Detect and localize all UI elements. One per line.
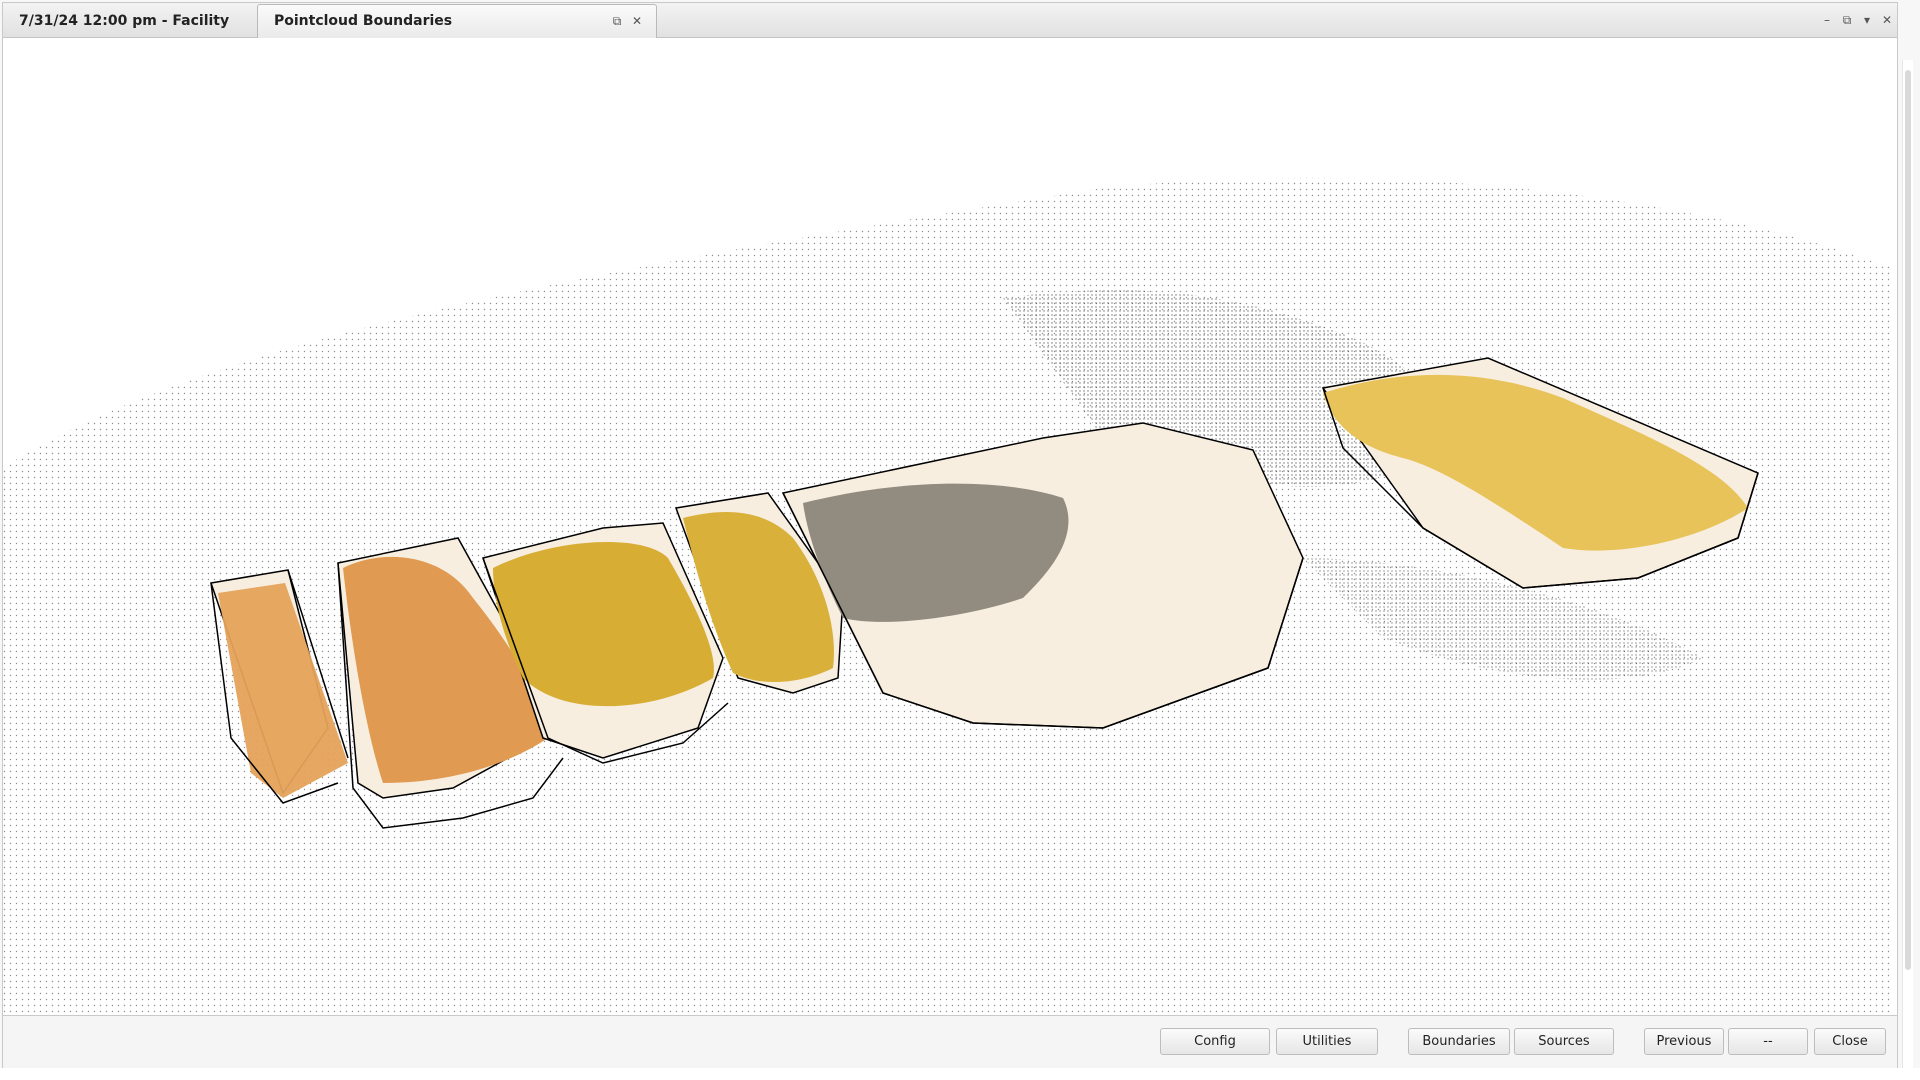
vertical-scrollbar[interactable] — [1902, 60, 1913, 1080]
tab-facility[interactable]: 7/31/24 12:00 pm - Facility — [9, 9, 239, 33]
previous-button[interactable]: Previous — [1644, 1028, 1724, 1055]
close-icon[interactable]: ✕ — [1879, 12, 1895, 28]
minimize-icon[interactable]: – — [1819, 12, 1835, 28]
config-button[interactable]: Config — [1160, 1028, 1270, 1055]
pointcloud-scene[interactable] — [3, 38, 1897, 1016]
tab-close-icon[interactable]: ✕ — [630, 14, 644, 28]
app-root: 7/31/24 12:00 pm - Facility Pointcloud B… — [0, 0, 1920, 1080]
tab-label: Pointcloud Boundaries — [274, 13, 453, 29]
tab-pointcloud-boundaries[interactable]: Pointcloud Boundaries ⧉ ✕ — [257, 4, 657, 38]
footer-toolbar: Config Utilities Boundaries Sources Prev… — [3, 1015, 1897, 1068]
close-button[interactable]: Close — [1814, 1028, 1886, 1055]
next-button[interactable]: -- — [1728, 1028, 1808, 1055]
boundaries-button[interactable]: Boundaries — [1408, 1028, 1510, 1055]
scrollbar-thumb[interactable] — [1905, 70, 1911, 970]
sources-button[interactable]: Sources — [1514, 1028, 1614, 1055]
utilities-button[interactable]: Utilities — [1276, 1028, 1378, 1055]
background-app-strip — [0, 1068, 1920, 1080]
pointcloud-window: 7/31/24 12:00 pm - Facility Pointcloud B… — [2, 2, 1898, 1068]
restore-icon[interactable]: ⧉ — [1839, 12, 1855, 28]
tab-bar: 7/31/24 12:00 pm - Facility Pointcloud B… — [3, 3, 1897, 38]
chevron-down-icon[interactable]: ▾ — [1859, 12, 1875, 28]
pointcloud-viewport[interactable] — [3, 38, 1897, 1016]
popout-icon[interactable]: ⧉ — [610, 14, 624, 28]
